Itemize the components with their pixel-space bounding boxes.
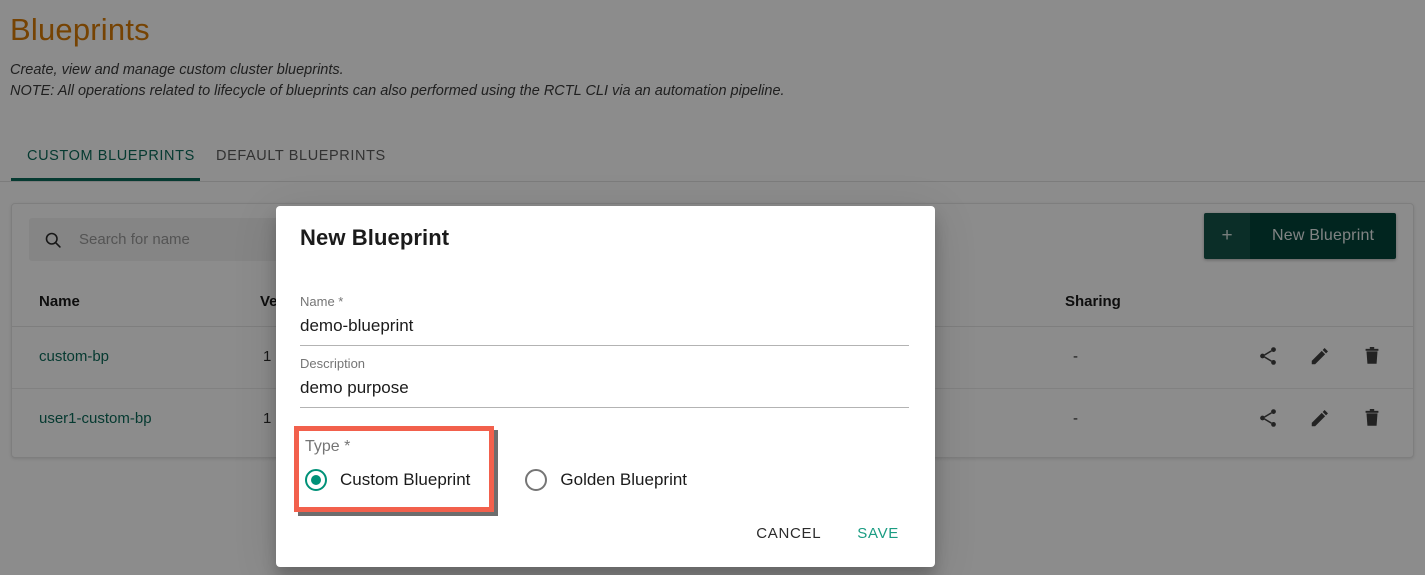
name-field-label: Name *: [300, 294, 344, 309]
description-field-value[interactable]: demo purpose: [300, 372, 909, 402]
app-root: Blueprints Create, view and manage custo…: [0, 0, 1425, 575]
radio-unchecked-icon[interactable]: [525, 469, 548, 491]
name-field-underline: [300, 345, 909, 346]
description-field[interactable]: Description demo purpose: [300, 356, 909, 408]
type-field-group: Type * Custom Blueprint Golden Blueprint: [294, 426, 914, 518]
name-field[interactable]: Name * demo-blueprint: [300, 294, 909, 346]
radio-checked-icon[interactable]: [305, 469, 327, 491]
dialog-actions: CANCEL SAVE: [742, 517, 913, 550]
radio-option-custom-blueprint-label: Custom Blueprint: [340, 470, 471, 489]
type-field-label: Type *: [305, 438, 351, 455]
cancel-button[interactable]: CANCEL: [742, 517, 835, 550]
save-button[interactable]: SAVE: [843, 517, 913, 550]
radio-option-custom-blueprint[interactable]: Custom Blueprint: [305, 469, 470, 491]
description-field-label: Description: [300, 356, 366, 371]
new-blueprint-dialog: New Blueprint Name * demo-blueprint Desc…: [276, 206, 935, 567]
name-field-value[interactable]: demo-blueprint: [300, 310, 909, 340]
radio-option-golden-blueprint[interactable]: Golden Blueprint: [525, 469, 687, 491]
type-radio-group: Custom Blueprint Golden Blueprint: [305, 469, 687, 491]
radio-option-golden-blueprint-label: Golden Blueprint: [560, 470, 688, 489]
dialog-title: New Blueprint: [300, 225, 450, 250]
description-field-underline: [300, 407, 909, 408]
